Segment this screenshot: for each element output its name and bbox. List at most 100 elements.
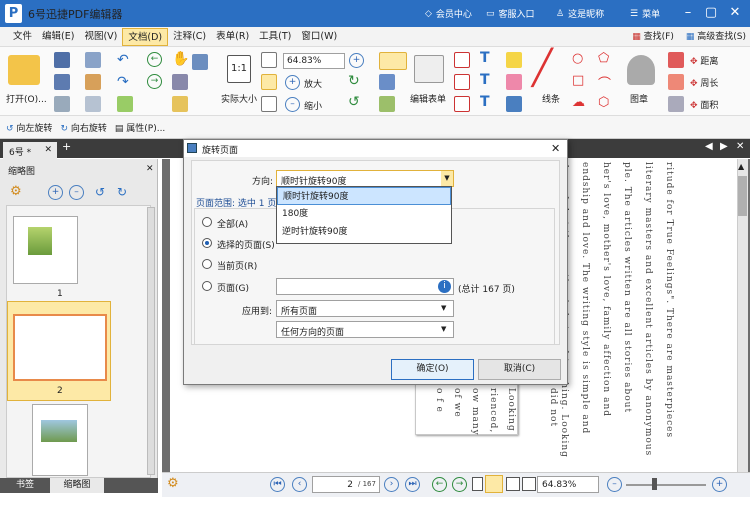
tab-next-icon[interactable]: ▶: [720, 141, 728, 152]
fit-page-icon[interactable]: [261, 52, 277, 68]
fit-visible-icon[interactable]: [261, 96, 277, 112]
menu-window[interactable]: 窗口(W): [296, 28, 342, 46]
bookmarks-tab[interactable]: 书签: [0, 478, 50, 493]
back-icon[interactable]: ←: [147, 52, 162, 67]
rotate-cw-icon[interactable]: ↻: [348, 73, 360, 89]
print-icon[interactable]: [54, 74, 70, 90]
pages-input[interactable]: [276, 278, 454, 295]
page-thumbnail-1[interactable]: [13, 216, 78, 284]
snapshot-icon[interactable]: [192, 54, 208, 70]
polyline-icon[interactable]: ⌒: [598, 73, 611, 92]
radio-selected[interactable]: [202, 238, 212, 248]
zoom-out-icon[interactable]: –: [285, 97, 300, 112]
underline-icon[interactable]: T: [480, 94, 490, 110]
info-icon[interactable]: i: [438, 280, 451, 293]
last-page-icon[interactable]: ⏭: [405, 477, 420, 492]
radio-pages[interactable]: [202, 281, 212, 291]
ok-button[interactable]: 确定(O): [391, 359, 474, 380]
zoom-slider[interactable]: [626, 484, 706, 486]
nav-back-icon[interactable]: ←: [432, 477, 447, 492]
status-settings-icon[interactable]: ⚙: [167, 476, 179, 491]
page-setup-icon[interactable]: [54, 96, 70, 112]
chevron-down-icon[interactable]: ▼: [441, 171, 453, 186]
nav-forward-icon[interactable]: →: [452, 477, 467, 492]
stamp-icon[interactable]: [627, 55, 655, 85]
scroll-up-icon[interactable]: ▲: [738, 162, 747, 174]
user-link[interactable]: ♙ 这是昵称: [556, 7, 604, 21]
sidebar-close-icon[interactable]: ✕: [146, 164, 154, 174]
support-link[interactable]: ▭ 客服入口: [486, 7, 535, 21]
rotate-left-button[interactable]: ↺ 向左旋转: [6, 121, 52, 134]
rotate-right-button[interactable]: ↻ 向右旋转: [60, 121, 106, 134]
menu-comment[interactable]: 注释(C): [168, 28, 211, 46]
prev-page-icon[interactable]: ‹: [292, 477, 307, 492]
line-tool-icon[interactable]: ╱: [532, 47, 552, 89]
area-tool[interactable]: ✥ 面积: [690, 98, 718, 111]
select-text-icon[interactable]: [172, 74, 188, 90]
actual-size-icon[interactable]: 1:1: [227, 55, 251, 83]
facing-page-icon[interactable]: [506, 477, 520, 491]
zoom-out-label[interactable]: 缩小: [304, 99, 322, 112]
zoom-slider-thumb[interactable]: [652, 478, 657, 490]
advanced-find-button[interactable]: ▦ 高级查找(S): [686, 29, 746, 42]
add-image-icon[interactable]: [379, 96, 395, 112]
rectangle-icon[interactable]: □: [572, 73, 584, 88]
sound-icon[interactable]: [506, 96, 522, 112]
apply-chevron-icon[interactable]: ▼: [441, 301, 446, 316]
pencil-icon[interactable]: [668, 74, 684, 90]
tab-close-all-icon[interactable]: ✕: [736, 141, 744, 152]
open-folder-icon[interactable]: [8, 55, 40, 85]
apply-to-select[interactable]: 所有页面: [276, 300, 454, 317]
edit-form-icon[interactable]: [414, 55, 444, 83]
dropdown-option[interactable]: 顺时针旋转90度: [277, 187, 451, 205]
perimeter-tool[interactable]: ✥ 周长: [690, 76, 718, 89]
menu-link[interactable]: ☰ 菜单: [630, 7, 660, 21]
menu-tools[interactable]: 工具(T): [254, 28, 296, 46]
highlight-icon[interactable]: [172, 96, 188, 112]
note-icon[interactable]: [506, 52, 522, 68]
orientation-chevron-icon[interactable]: ▼: [441, 322, 446, 337]
direction-select[interactable]: 顺时针旋转90度: [276, 170, 454, 187]
page-thumbnail-2[interactable]: [13, 314, 107, 381]
status-zoom-out-icon[interactable]: –: [607, 477, 622, 492]
thumb-zoom-out-icon[interactable]: –: [69, 185, 84, 200]
dialog-close-icon[interactable]: ✕: [551, 142, 560, 155]
close-button[interactable]: ✕: [727, 5, 743, 20]
select-icon[interactable]: [117, 96, 133, 112]
find-button[interactable]: ▦ 查找(F): [632, 29, 674, 42]
save-icon[interactable]: [54, 52, 70, 68]
properties-button[interactable]: ▤ 属性(P)...: [115, 121, 165, 134]
zoom-in-icon[interactable]: +: [285, 75, 300, 90]
document-tab[interactable]: 6号 * ✕: [3, 142, 57, 159]
zoom-in-label[interactable]: 放大: [304, 77, 322, 90]
typewriter-icon[interactable]: T: [480, 50, 490, 66]
zoom-tool-icon[interactable]: +: [349, 53, 364, 68]
cloud-icon[interactable]: ☁: [572, 95, 585, 110]
text-box-icon[interactable]: [454, 74, 470, 90]
hand-tool-icon[interactable]: ✋: [172, 51, 189, 67]
single-page-icon[interactable]: [472, 477, 483, 491]
settings-gear-icon[interactable]: ⚙: [10, 184, 22, 199]
radio-current[interactable]: [202, 259, 212, 269]
thumb-zoom-in-icon[interactable]: +: [48, 185, 63, 200]
circle-icon[interactable]: ○: [572, 51, 583, 66]
menu-view[interactable]: 视图(V): [79, 28, 122, 46]
redo-icon[interactable]: ↷: [117, 74, 129, 90]
status-zoom-in-icon[interactable]: +: [712, 477, 727, 492]
status-zoom-select[interactable]: 64.83%: [537, 476, 599, 493]
fit-width-icon[interactable]: [261, 74, 277, 90]
shape-icon[interactable]: ⬡: [598, 95, 609, 110]
polygon-icon[interactable]: ⬠: [598, 51, 609, 66]
attach-icon[interactable]: [506, 74, 522, 90]
callout-icon[interactable]: [454, 96, 470, 112]
add-text-icon[interactable]: [379, 74, 395, 90]
thumbnail-scrollbar[interactable]: [147, 207, 155, 475]
page-thumbnail-3[interactable]: [32, 404, 88, 476]
cancel-button[interactable]: 取消(C): [478, 359, 561, 380]
zoom-select[interactable]: 64.83%: [283, 53, 345, 69]
thumb-rotate-left-icon[interactable]: ↺: [95, 185, 105, 199]
dropdown-option[interactable]: 180度: [277, 205, 451, 223]
eraser-icon[interactable]: [668, 52, 684, 68]
scrollbar-thumb[interactable]: [738, 176, 747, 216]
tab-prev-icon[interactable]: ◀: [705, 141, 713, 152]
